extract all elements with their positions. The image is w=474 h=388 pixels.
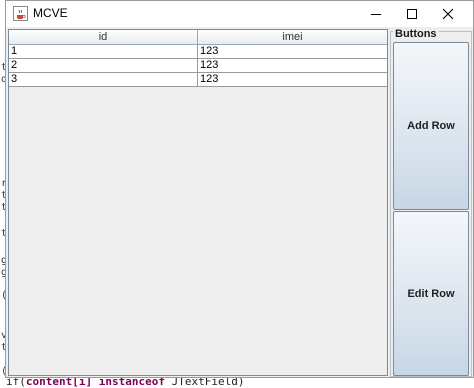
table-cell-imei[interactable]: 123: [198, 45, 387, 58]
close-icon: [442, 8, 454, 20]
table-cell-id[interactable]: 2: [9, 59, 198, 72]
table-row[interactable]: 2 123: [9, 59, 387, 73]
table-row[interactable]: 1 123: [9, 45, 387, 59]
column-header-imei[interactable]: imei: [198, 30, 387, 45]
buttons-panel-title: Buttons: [393, 28, 439, 40]
close-button[interactable]: [431, 1, 465, 27]
table-cell-id[interactable]: 3: [9, 73, 198, 86]
maximize-icon: [407, 9, 417, 19]
table-body: 1 123 2 123 3 123: [9, 45, 387, 87]
minimize-button[interactable]: [359, 1, 393, 27]
column-header-id[interactable]: id: [9, 30, 198, 45]
minimize-icon: [371, 14, 381, 15]
table-row[interactable]: 3 123: [9, 73, 387, 87]
table-cell-imei[interactable]: 123: [198, 73, 387, 86]
table-cell-id[interactable]: 1: [9, 45, 198, 58]
maximize-button[interactable]: [395, 1, 429, 27]
java-coffee-icon: [13, 6, 28, 21]
table-cell-imei[interactable]: 123: [198, 59, 387, 72]
title-bar[interactable]: MCVE: [6, 1, 473, 27]
app-window: MCVE id imei 1 123 2 123 3 123 Buttons A…: [5, 0, 474, 378]
add-row-button[interactable]: Add Row: [393, 42, 469, 210]
table-scroll-pane[interactable]: id imei 1 123 2 123 3 123: [8, 29, 388, 376]
window-title: MCVE: [33, 6, 68, 20]
table-header: id imei: [9, 30, 387, 45]
edit-row-button[interactable]: Edit Row: [393, 211, 469, 376]
